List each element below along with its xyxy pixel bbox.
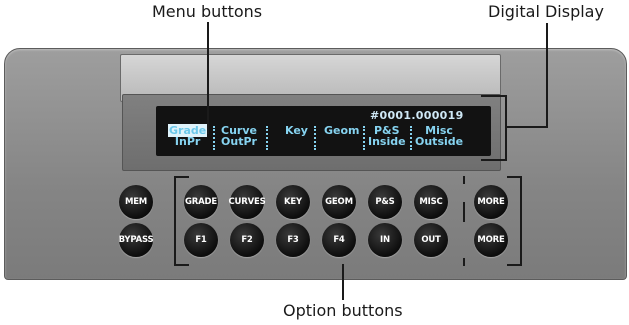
display-menu-geom-label: Geom: [324, 124, 360, 137]
option-buttons-leader-line: [342, 264, 344, 300]
menu-buttons-callout: Menu buttons: [152, 2, 263, 21]
mem-button[interactable]: MEM: [119, 185, 153, 219]
display-bracket-side: [505, 95, 507, 161]
option-bracket-left: [174, 176, 176, 266]
option-bracket-divider-bottom: [463, 258, 465, 266]
display-separator: [213, 126, 215, 150]
curves-button[interactable]: CURVES: [229, 185, 266, 219]
display-separator: [363, 126, 365, 150]
display-bracket-bottom: [481, 159, 507, 161]
display-menu-key-label: Key: [285, 124, 308, 137]
in-button[interactable]: IN: [368, 223, 402, 257]
f1-button[interactable]: F1: [184, 223, 218, 257]
display-menu-geom: Geom: [324, 125, 360, 136]
display-counter: #0001.000019: [370, 109, 464, 122]
more-button-bottom[interactable]: MORE: [474, 223, 508, 257]
option-bracket-divider-mid: [463, 202, 465, 222]
grade-button[interactable]: GRADE: [184, 185, 218, 219]
bypass-button[interactable]: BYPASS: [119, 223, 154, 257]
option-bracket-right: [520, 176, 522, 266]
display-leader-horizontal: [505, 126, 548, 128]
display-menu-inpr-label: InPr: [174, 135, 201, 148]
menu-buttons-leader-line: [207, 22, 209, 134]
display-menu-ps: P&S Inside: [368, 125, 406, 147]
f3-button[interactable]: F3: [276, 223, 310, 257]
display-menu-curve: Curve OutPr: [221, 125, 257, 147]
display-separator: [314, 126, 316, 150]
display-menu-key: Key: [285, 125, 308, 136]
display-menu-grade: Grade InPr: [168, 124, 208, 148]
display-menu-outpr-label: OutPr: [221, 135, 257, 148]
f2-button[interactable]: F2: [230, 223, 264, 257]
display-menu-outside-label: Outside: [415, 135, 464, 148]
display-menu-misc: Misc Outside: [415, 125, 463, 147]
option-bracket-top-left: [174, 176, 189, 178]
misc-button[interactable]: MISC: [414, 185, 448, 219]
option-bracket-bottom-right: [507, 264, 522, 266]
display-bracket-top: [481, 95, 507, 97]
digital-display-callout: Digital Display: [488, 2, 604, 21]
f4-button[interactable]: F4: [322, 223, 356, 257]
option-bracket-divider-top: [463, 176, 465, 184]
display-leader-vertical: [546, 23, 548, 128]
more-button-top[interactable]: MORE: [474, 185, 508, 219]
option-bracket-bottom-left: [174, 264, 189, 266]
out-button[interactable]: OUT: [414, 223, 448, 257]
display-separator: [410, 126, 412, 150]
display-separator: [266, 126, 268, 150]
geom-button[interactable]: GEOM: [322, 185, 356, 219]
ps-button[interactable]: P&S: [368, 185, 402, 219]
display-menu-inside-label: Inside: [368, 135, 406, 148]
key-button[interactable]: KEY: [276, 185, 310, 219]
option-bracket-top-right: [507, 176, 522, 178]
option-buttons-callout: Option buttons: [283, 301, 403, 320]
